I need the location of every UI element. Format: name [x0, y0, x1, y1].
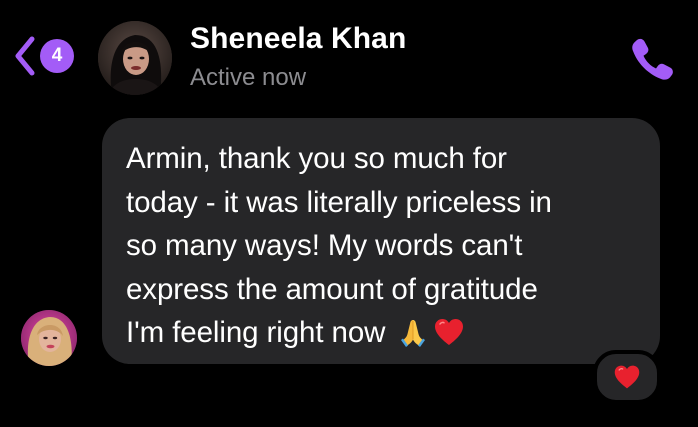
unread-count-badge: 4	[40, 39, 74, 73]
sender-avatar[interactable]	[21, 310, 77, 366]
heart-reaction[interactable]	[593, 350, 661, 404]
chevron-left-icon	[15, 36, 35, 76]
red-heart-emoji	[614, 365, 640, 389]
chat-screen: 4 Sheneela Khan Active now Armin, thank …	[0, 0, 698, 427]
folded-hands-emoji	[401, 320, 426, 347]
red-heart-emoji	[435, 319, 464, 345]
sender-avatar-image	[21, 310, 77, 366]
call-button[interactable]	[628, 36, 678, 80]
message-body: Armin, thank you so much for today - it …	[126, 142, 552, 349]
phone-icon	[632, 38, 673, 80]
back-button[interactable]: 4	[12, 34, 84, 78]
contact-avatar-image	[98, 21, 172, 95]
contact-status: Active now	[190, 64, 307, 91]
contact-avatar[interactable]	[98, 21, 172, 95]
incoming-message-bubble[interactable]: Armin, thank you so much for today - it …	[102, 118, 660, 364]
message-text: Armin, thank you so much for today - it …	[126, 137, 642, 355]
contact-name[interactable]: Sheneela Khan	[190, 22, 406, 56]
